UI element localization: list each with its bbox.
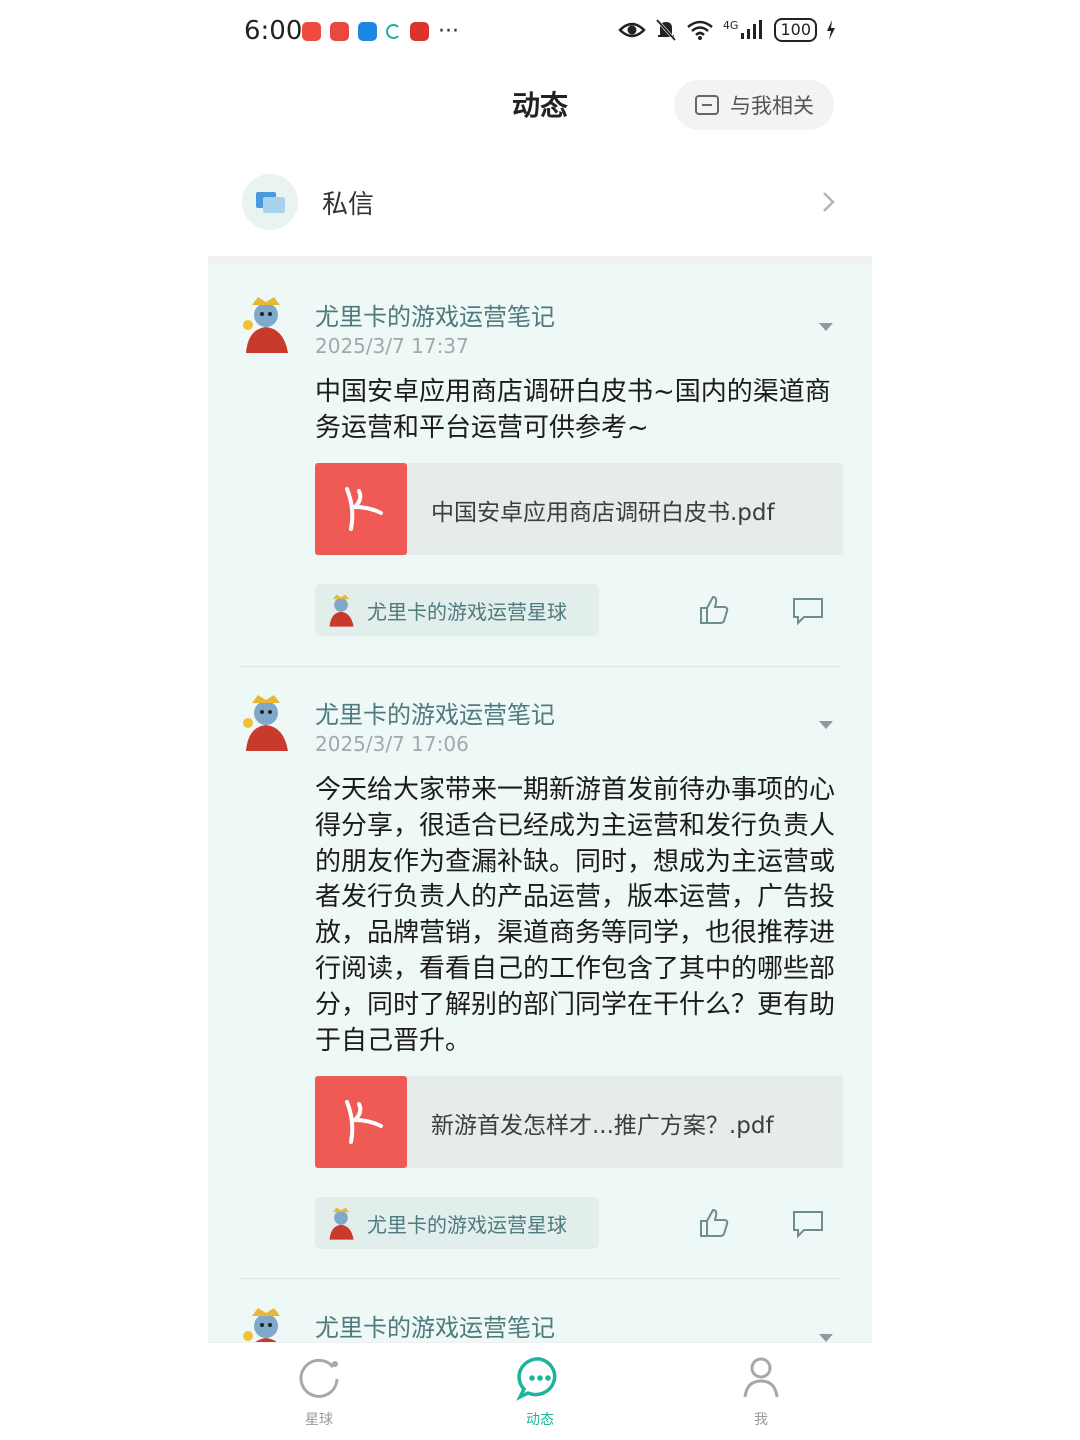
charging-icon (827, 20, 835, 40)
pdf-attachment[interactable]: 新游首发怎样才...推广方案？.pdf (315, 1076, 843, 1168)
related-to-me-button[interactable]: 与我相关 (674, 80, 834, 130)
post-menu-caret-icon[interactable] (818, 719, 834, 731)
post-text: 中国安卓应用商店调研白皮书~国内的渠道商务运营和平台运营可供参考~ (315, 377, 831, 443)
pdf-icon (315, 463, 407, 555)
app-notification-icon (302, 22, 321, 41)
feed-list: 尤里卡的游戏运营笔记 2025/3/7 17:37 中国安卓应用商店调研白皮书~… (208, 264, 872, 1342)
comment-icon[interactable] (792, 1209, 824, 1239)
mail-icon (695, 95, 719, 115)
attachment-file-name: 中国安卓应用商店调研白皮书.pdf (431, 500, 775, 526)
nav-label: 动态 (526, 1412, 554, 1428)
pdf-icon (315, 1076, 407, 1168)
post-menu-caret-icon[interactable] (818, 321, 834, 333)
group-avatar-icon (329, 594, 354, 627)
nav-label: 我 (754, 1412, 768, 1428)
sync-icon (386, 24, 401, 39)
eye-icon (618, 22, 646, 38)
system-icons: 4G 100 (618, 18, 836, 42)
author-avatar[interactable] (238, 1306, 294, 1342)
avatar-image (243, 695, 288, 751)
group-tag[interactable]: 尤里卡的游戏运营星球 (315, 584, 599, 636)
planet-icon (299, 1358, 339, 1398)
author-name[interactable]: 尤里卡的游戏运营笔记 (315, 1308, 555, 1342)
post-time: 2025/3/7 17:37 (315, 334, 469, 358)
app-notification-icon (410, 22, 429, 41)
signal-icon (741, 20, 763, 39)
nav-item-planet[interactable]: 星球 (259, 1355, 379, 1429)
clock: 6:00 (244, 16, 303, 46)
author-name[interactable]: 尤里卡的游戏运营笔记 (315, 695, 555, 730)
nav-item-feed[interactable]: 动态 (480, 1355, 600, 1429)
chat-bubble-icon (516, 1357, 557, 1401)
status-bar: 6:00 ··· 4G 100 (244, 14, 836, 50)
notification-icons: ··· (302, 18, 459, 44)
private-message-avatar (242, 174, 298, 230)
comment-icon[interactable] (792, 596, 824, 626)
author-avatar[interactable] (238, 693, 294, 751)
person-icon (743, 1357, 779, 1398)
like-icon[interactable] (698, 1207, 730, 1239)
pdf-attachment[interactable]: 中国安卓应用商店调研白皮书.pdf (315, 463, 843, 555)
wifi-icon (687, 20, 713, 40)
avatar-image (243, 1308, 280, 1342)
section-divider (208, 256, 872, 264)
post-menu-caret-icon[interactable] (818, 1332, 834, 1342)
network-type: 4G (722, 18, 739, 32)
more-notifications-icon: ··· (438, 18, 459, 44)
private-messages-label: 私信 (322, 190, 375, 220)
post-divider (238, 1278, 842, 1279)
post-text: 今天给大家带来一期新游首发前待办事项的心得分享，很适合已经成为主运营和发行负责人… (315, 775, 836, 1056)
avatar-image (243, 297, 288, 353)
post-divider (238, 666, 842, 667)
author-name[interactable]: 尤里卡的游戏运营笔记 (315, 297, 555, 332)
app-screen: 6:00 ··· 4G 100 动态 与我相关 私信 尤里卡的游戏运营笔记 20… (208, 0, 872, 1440)
app-notification-icon (358, 22, 377, 41)
group-tag-label: 尤里卡的游戏运营星球 (367, 600, 567, 624)
post-time: 2025/3/7 17:06 (315, 732, 469, 756)
related-to-me-label: 与我相关 (730, 94, 814, 118)
group-tag-label: 尤里卡的游戏运营星球 (367, 1213, 567, 1237)
private-messages-row[interactable]: 私信 (208, 170, 872, 234)
like-icon[interactable] (698, 594, 730, 626)
group-tag[interactable]: 尤里卡的游戏运营星球 (315, 1197, 599, 1249)
battery-icon: 100 (774, 18, 817, 42)
bottom-navigation: 星球 动态 我 (208, 1342, 872, 1440)
group-avatar-icon (329, 1207, 354, 1240)
mute-bell-icon (655, 18, 677, 42)
chevron-right-icon (823, 192, 835, 212)
author-avatar[interactable] (238, 295, 294, 353)
chat-cards-icon (256, 192, 285, 213)
nav-item-me[interactable]: 我 (701, 1355, 821, 1429)
attachment-file-name: 新游首发怎样才...推广方案？.pdf (431, 1113, 774, 1139)
nav-label: 星球 (305, 1412, 333, 1428)
app-notification-icon (330, 22, 349, 41)
